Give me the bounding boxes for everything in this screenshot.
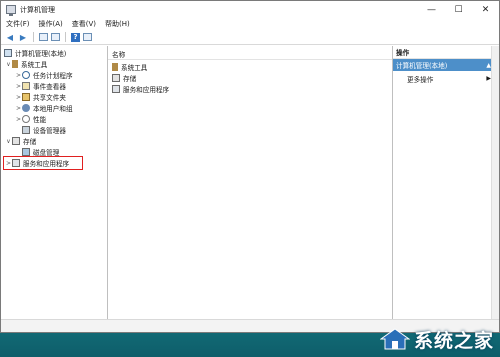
more-actions-label: 更多操作: [407, 75, 434, 84]
disk-icon: [22, 148, 30, 156]
list-item-storage[interactable]: 存储: [112, 73, 136, 83]
tree-item-task-scheduler[interactable]: > 任务计划程序: [15, 70, 73, 80]
menu-bar: 文件(F) 操作(A) 查看(V) 帮助(H): [1, 18, 499, 30]
expand-chevron-icon[interactable]: >: [15, 116, 22, 123]
tree-item-storage[interactable]: ∨ 存储: [5, 136, 36, 146]
menu-action[interactable]: 操作(A): [39, 19, 63, 29]
list-item-label: 存储: [123, 75, 137, 83]
storage-icon: [112, 74, 120, 82]
shared-folder-icon: [22, 93, 30, 101]
tree-item-device-manager[interactable]: 设备管理器: [15, 125, 66, 135]
tree-item-local-users[interactable]: > 本地用户和组: [15, 103, 73, 113]
expand-chevron-icon[interactable]: >: [15, 105, 22, 112]
forward-arrow-icon[interactable]: ▶: [18, 32, 28, 42]
actions-pane: 操作 计算机管理(本地) ▲ 更多操作 ▶: [393, 46, 499, 320]
clock-icon: [22, 71, 30, 79]
tree-root[interactable]: 计算机管理(本地): [4, 48, 66, 58]
actions-header: 操作: [393, 46, 499, 59]
tree-item-event-viewer[interactable]: > 事件查看器: [15, 81, 66, 91]
services-icon: [112, 85, 120, 93]
expand-chevron-icon[interactable]: >: [15, 94, 22, 101]
header-divider: [108, 59, 392, 60]
tree-item-label: 事件查看器: [33, 83, 66, 91]
computer-management-icon: [6, 5, 16, 16]
tree-item-label: 任务计划程序: [33, 72, 73, 80]
site-watermark: 系统之家: [379, 325, 494, 353]
log-icon: [22, 82, 30, 90]
close-button[interactable]: ✕: [472, 1, 499, 18]
toolbar-divider: [65, 32, 66, 42]
column-header-name[interactable]: 名称: [112, 49, 125, 59]
collapse-chevron-icon[interactable]: ∨: [5, 138, 12, 145]
back-arrow-icon[interactable]: ◀: [5, 32, 15, 42]
tree-item-label: 设备管理器: [33, 127, 66, 135]
list-item-label: 服务和应用程序: [123, 86, 170, 94]
more-actions-item[interactable]: 更多操作 ▶: [407, 73, 499, 84]
tree-root-label: 计算机管理(本地): [15, 50, 67, 58]
expand-chevron-icon[interactable]: >: [15, 72, 22, 79]
results-pane: 名称 系统工具 存储 服务和应用程序: [108, 46, 393, 320]
tree-item-system-tools[interactable]: ∨ 系统工具: [5, 59, 47, 69]
actions-scrollbar[interactable]: [491, 46, 499, 320]
expand-chevron-icon[interactable]: >: [15, 83, 22, 90]
menu-view[interactable]: 查看(V): [72, 19, 96, 29]
tools-icon: [12, 60, 18, 68]
actions-selected-label: 计算机管理(本地): [396, 62, 448, 70]
minimize-button[interactable]: —: [418, 1, 445, 18]
users-icon: [22, 104, 30, 112]
house-logo-icon: [379, 328, 410, 350]
menu-help[interactable]: 帮助(H): [105, 19, 130, 29]
storage-icon: [12, 137, 20, 145]
maximize-button[interactable]: ☐: [445, 1, 472, 18]
tree-item-label: 本地用户和组: [33, 105, 73, 113]
list-item-services-apps[interactable]: 服务和应用程序: [112, 84, 169, 94]
console-tree: 计算机管理(本地) ∨ 系统工具 > 任务计划程序 > 事件查看器 > 共享文件…: [1, 46, 108, 320]
action-pane-icon[interactable]: [83, 33, 92, 41]
device-manager-icon: [22, 126, 30, 134]
red-highlight-box: [3, 156, 83, 170]
toolbar: ◀ ▶ ?: [1, 30, 499, 45]
tree-item-label: 存储: [23, 138, 37, 146]
title-bar: 计算机管理 — ☐ ✕: [1, 1, 499, 18]
watermark-text: 系统之家: [413, 329, 494, 352]
computer-management-window: 计算机管理 — ☐ ✕ 文件(F) 操作(A) 查看(V) 帮助(H) ◀ ▶ …: [0, 0, 500, 333]
menu-file[interactable]: 文件(F): [6, 19, 30, 29]
computer-icon: [4, 49, 12, 57]
tree-item-label: 性能: [33, 116, 47, 124]
list-item-system-tools[interactable]: 系统工具: [112, 62, 147, 72]
tree-item-shared-folders[interactable]: > 共享文件夹: [15, 92, 66, 102]
list-item-label: 系统工具: [121, 64, 148, 72]
tools-icon: [112, 63, 118, 71]
tree-item-label: 系统工具: [21, 61, 48, 69]
tree-item-label: 共享文件夹: [33, 94, 66, 102]
toolbar-divider: [33, 32, 34, 42]
tree-item-performance[interactable]: > 性能: [15, 114, 46, 124]
help-icon[interactable]: ?: [71, 32, 80, 42]
actions-selected-item[interactable]: 计算机管理(本地) ▲: [393, 59, 499, 71]
performance-icon: [22, 115, 30, 123]
window-title: 计算机管理: [20, 5, 55, 14]
collapse-chevron-icon[interactable]: ∨: [5, 61, 12, 68]
show-hide-tree-icon[interactable]: [39, 33, 48, 41]
properties-icon[interactable]: [51, 33, 60, 41]
